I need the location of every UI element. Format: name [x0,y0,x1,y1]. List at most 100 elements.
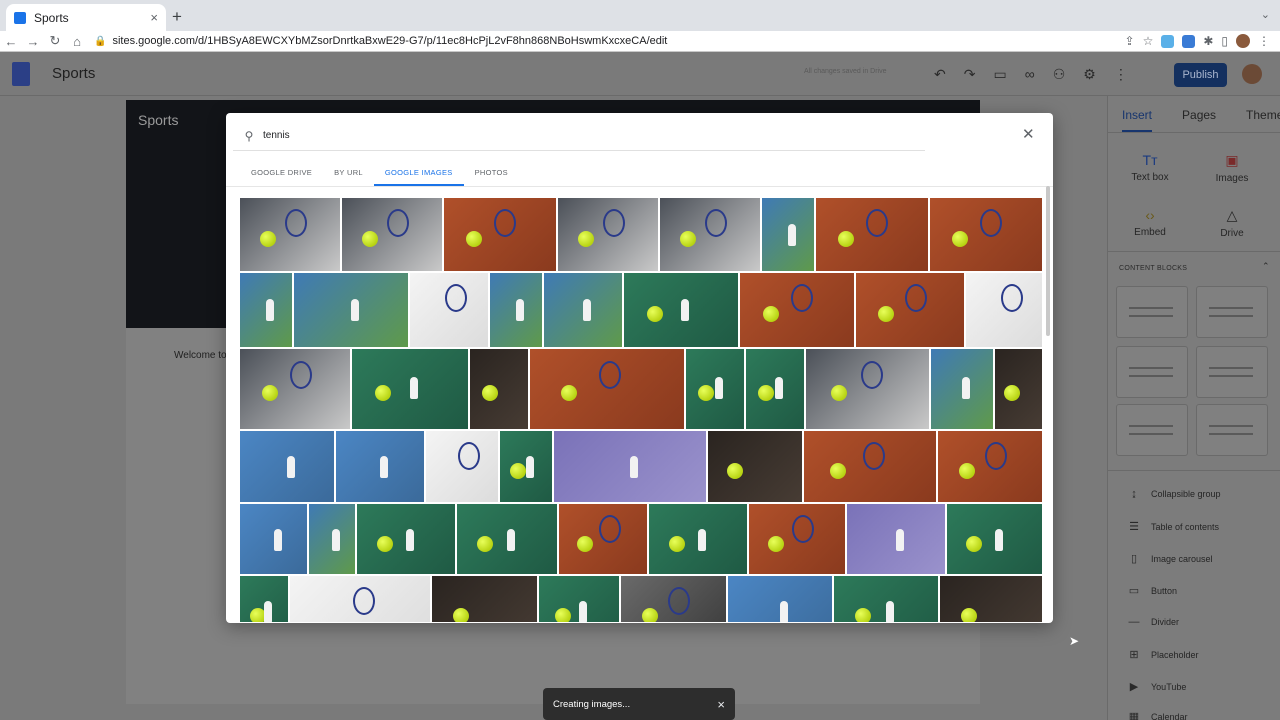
more-options-icon[interactable]: ⋮ [1114,66,1128,83]
insert-images[interactable]: ▣ Images [1202,152,1262,184]
tab-search-chevron-icon[interactable]: ⌄ [1261,8,1270,21]
preview-icon[interactable]: ▭ [993,66,1006,83]
image-result-thumbnail[interactable] [856,273,964,347]
image-result-thumbnail[interactable] [336,431,424,502]
image-result-thumbnail[interactable] [294,273,408,347]
image-result-thumbnail[interactable] [500,431,552,502]
image-result-thumbnail[interactable] [357,504,455,574]
content-block[interactable] [1196,346,1268,398]
image-result-thumbnail[interactable] [342,198,442,271]
insert-text-box[interactable]: Tт Text box [1120,152,1180,183]
image-result-thumbnail[interactable] [708,431,802,502]
image-result-thumbnail[interactable] [995,349,1042,429]
image-result-thumbnail[interactable] [762,198,814,271]
image-result-thumbnail[interactable] [938,431,1042,502]
image-result-thumbnail[interactable] [947,504,1042,574]
home-icon[interactable]: ⌂ [66,34,88,49]
collapse-chevron-icon[interactable]: ⌃ [1262,261,1270,272]
publish-button[interactable]: Publish [1174,63,1227,87]
back-icon[interactable]: ← [0,34,22,49]
image-result-thumbnail[interactable] [410,273,488,347]
image-result-thumbnail[interactable] [746,349,804,429]
side-panel-icon[interactable]: ▯ [1221,34,1228,48]
share-icon[interactable]: ⇪ [1125,34,1135,48]
image-result-thumbnail[interactable] [559,504,647,574]
reload-icon[interactable]: ↻ [44,33,66,49]
share-person-icon[interactable]: ⚇ [1053,66,1066,83]
image-result-thumbnail[interactable] [940,576,1042,622]
bookmark-star-icon[interactable]: ☆ [1143,34,1154,48]
insert-calendar[interactable]: ▦ Calendar [1125,710,1188,720]
snackbar-close-icon[interactable]: × [717,697,725,712]
image-result-thumbnail[interactable] [930,198,1042,271]
image-result-thumbnail[interactable] [686,349,744,429]
tab-pages[interactable]: Pages [1182,108,1216,132]
image-result-thumbnail[interactable] [530,349,684,429]
image-result-thumbnail[interactable] [749,504,845,574]
redo-icon[interactable]: ↷ [964,66,976,83]
insert-placeholder[interactable]: ⊞ Placeholder [1125,648,1198,661]
image-result-thumbnail[interactable] [490,273,542,347]
image-result-thumbnail[interactable] [804,431,936,502]
image-result-thumbnail[interactable] [432,576,537,622]
content-block[interactable] [1116,286,1188,338]
tab-themes[interactable]: Themes [1246,108,1280,132]
image-result-thumbnail[interactable] [621,576,726,622]
image-result-thumbnail[interactable] [660,198,760,271]
insert-image-carousel[interactable]: ▯ Image carousel [1125,552,1213,565]
content-block[interactable] [1196,404,1268,456]
image-result-thumbnail[interactable] [240,273,292,347]
image-result-thumbnail[interactable] [740,273,854,347]
insert-collapsible-group[interactable]: ↨ Collapsible group [1125,488,1220,500]
insert-table-of-contents[interactable]: ☰ Table of contents [1125,520,1219,533]
insert-youtube[interactable]: ▶ YouTube [1125,680,1187,693]
close-dialog-icon[interactable]: ✕ [1022,125,1035,143]
image-result-thumbnail[interactable] [966,273,1042,347]
extensions-puzzle-icon[interactable]: ✱ [1203,34,1213,48]
image-result-thumbnail[interactable] [457,504,557,574]
image-result-thumbnail[interactable] [544,273,622,347]
account-avatar[interactable] [1242,64,1262,84]
grid-scrollbar[interactable] [1046,186,1050,336]
insert-embed[interactable]: ‹› Embed [1120,207,1180,238]
image-result-thumbnail[interactable] [290,576,430,622]
image-result-thumbnail[interactable] [240,349,350,429]
browser-menu-icon[interactable]: ⋮ [1258,34,1270,48]
content-block[interactable] [1116,346,1188,398]
image-result-thumbnail[interactable] [352,349,468,429]
tab-by-url[interactable]: BY URL [323,161,374,186]
image-search-input[interactable] [263,130,863,141]
image-result-thumbnail[interactable] [931,349,993,429]
undo-icon[interactable]: ↶ [934,66,946,83]
image-result-thumbnail[interactable] [309,504,355,574]
image-result-thumbnail[interactable] [558,198,658,271]
tab-insert[interactable]: Insert [1122,108,1153,132]
insert-divider[interactable]: — Divider [1125,616,1180,628]
tab-google-drive[interactable]: GOOGLE DRIVE [240,161,323,186]
sites-logo-icon[interactable] [12,61,30,86]
image-result-thumbnail[interactable] [728,576,832,622]
image-result-thumbnail[interactable] [539,576,619,622]
image-result-thumbnail[interactable] [834,576,938,622]
insert-drive[interactable]: △ Drive [1202,207,1262,239]
link-icon[interactable]: ∞ [1025,66,1035,83]
content-block[interactable] [1196,286,1268,338]
extension-icon[interactable] [1161,34,1175,48]
image-result-thumbnail[interactable] [816,198,928,271]
image-result-thumbnail[interactable] [470,349,528,429]
image-result-thumbnail[interactable] [649,504,747,574]
close-tab-icon[interactable]: × [150,10,158,25]
image-result-thumbnail[interactable] [240,198,340,271]
insert-button[interactable]: ▭ Button [1125,584,1177,597]
new-tab-button[interactable]: + [172,7,182,27]
image-result-thumbnail[interactable] [806,349,929,429]
browser-tab[interactable]: Sports × [6,4,166,31]
extension-icon[interactable] [1182,34,1196,48]
image-result-thumbnail[interactable] [240,576,288,622]
image-result-thumbnail[interactable] [426,431,498,502]
image-result-thumbnail[interactable] [847,504,945,574]
image-result-thumbnail[interactable] [554,431,706,502]
welcome-text[interactable]: Welcome to [174,350,227,361]
content-block[interactable] [1116,404,1188,456]
tab-google-images[interactable]: GOOGLE IMAGES [373,161,464,186]
